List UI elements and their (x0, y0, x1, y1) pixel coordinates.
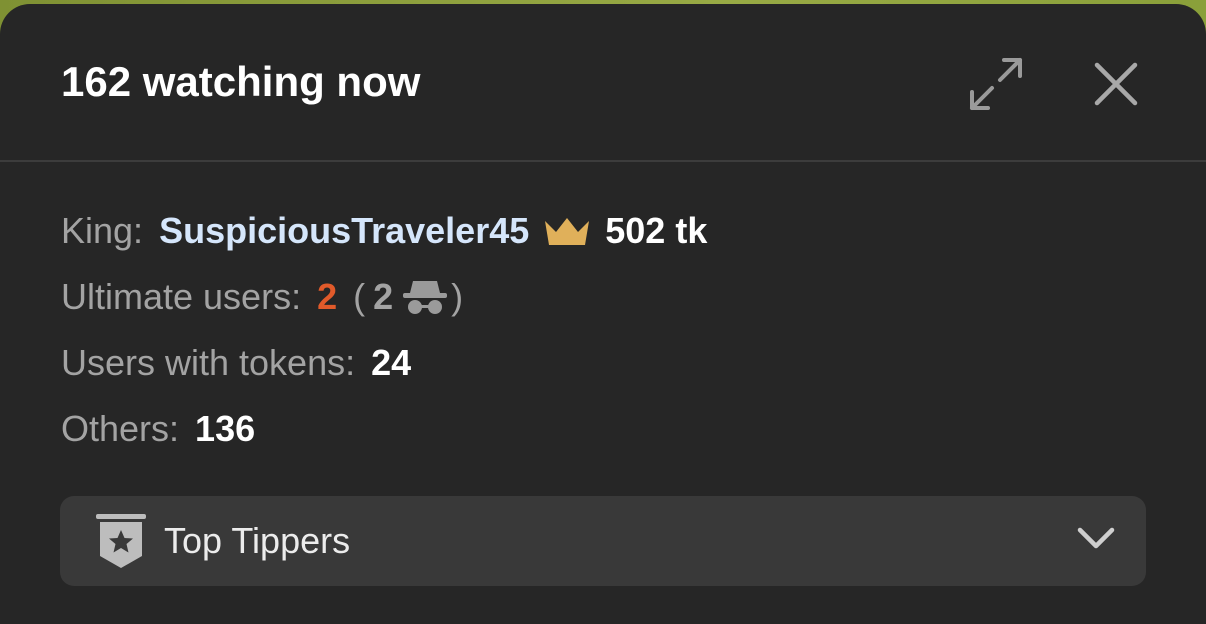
users-with-tokens-label: Users with tokens: (61, 342, 356, 383)
top-tippers-dropdown[interactable]: Top Tippers (60, 496, 1146, 586)
ultimate-users-count: 2 (317, 276, 338, 317)
chevron-down-icon (1076, 524, 1116, 559)
viewer-stats: King: SuspiciousTraveler45 502 tk Ultima… (61, 198, 707, 462)
users-with-tokens-row: Users with tokens: 24 (61, 330, 707, 396)
king-row: King: SuspiciousTraveler45 502 tk (61, 198, 707, 264)
incognito-spy-icon (401, 277, 449, 317)
king-tokens: 502 tk (605, 210, 708, 251)
users-with-tokens-count: 24 (371, 342, 412, 383)
others-count: 136 (195, 408, 256, 449)
others-row: Others: 136 (61, 396, 707, 462)
hidden-users-count: 2 (373, 276, 394, 317)
close-icon (1094, 62, 1138, 106)
expand-arrows-icon (970, 58, 1022, 110)
hidden-users-group: ( 2 ) (353, 267, 463, 327)
ultimate-users-label: Ultimate users: (61, 276, 302, 317)
expand-button[interactable] (966, 54, 1026, 114)
panel-header: 162 watching now (0, 4, 1206, 162)
close-button[interactable] (1086, 54, 1146, 114)
viewers-panel: 162 watching now King: SuspiciousTravele… (0, 4, 1206, 624)
top-tippers-label: Top Tippers (164, 520, 351, 561)
paren-close: ) (451, 276, 464, 317)
crown-icon (543, 215, 591, 247)
panel-title: 162 watching now (61, 58, 421, 105)
star-badge-icon (94, 512, 148, 570)
king-label: King: (61, 210, 144, 251)
ultimate-users-row: Ultimate users: 2 ( 2 ) (61, 264, 707, 330)
others-label: Others: (61, 408, 180, 449)
paren-open: ( (353, 276, 366, 317)
king-username[interactable]: SuspiciousTraveler45 (159, 201, 529, 261)
